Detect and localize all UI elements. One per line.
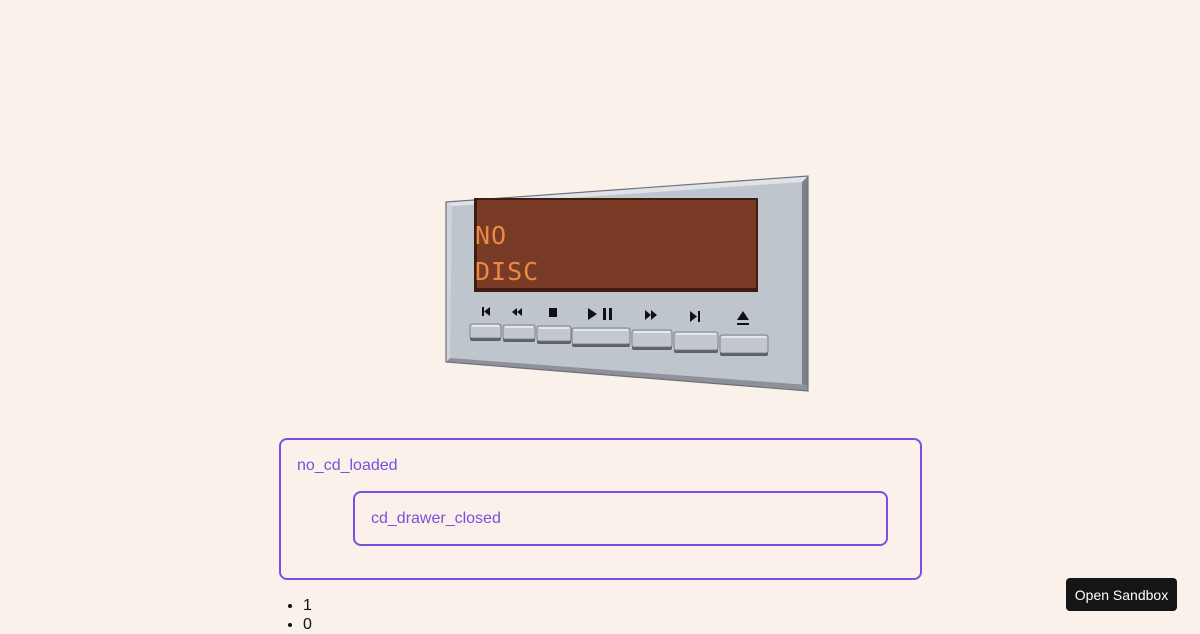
lcd-line-2: DISC (475, 257, 539, 286)
stop-icon (549, 308, 557, 317)
counter-item: 1 (303, 596, 312, 615)
player-body-right-edge (802, 176, 808, 391)
counter-item: 0 (303, 615, 312, 634)
counter-list: 1 0 (285, 596, 312, 634)
state-label-no-cd-loaded: no_cd_loaded (297, 457, 398, 474)
cd-player: NO DISC (440, 170, 812, 394)
open-sandbox-button[interactable]: Open Sandbox (1066, 578, 1177, 611)
lcd-line-1: NO (475, 221, 507, 250)
state-label-cd-drawer-closed: cd_drawer_closed (371, 510, 501, 527)
